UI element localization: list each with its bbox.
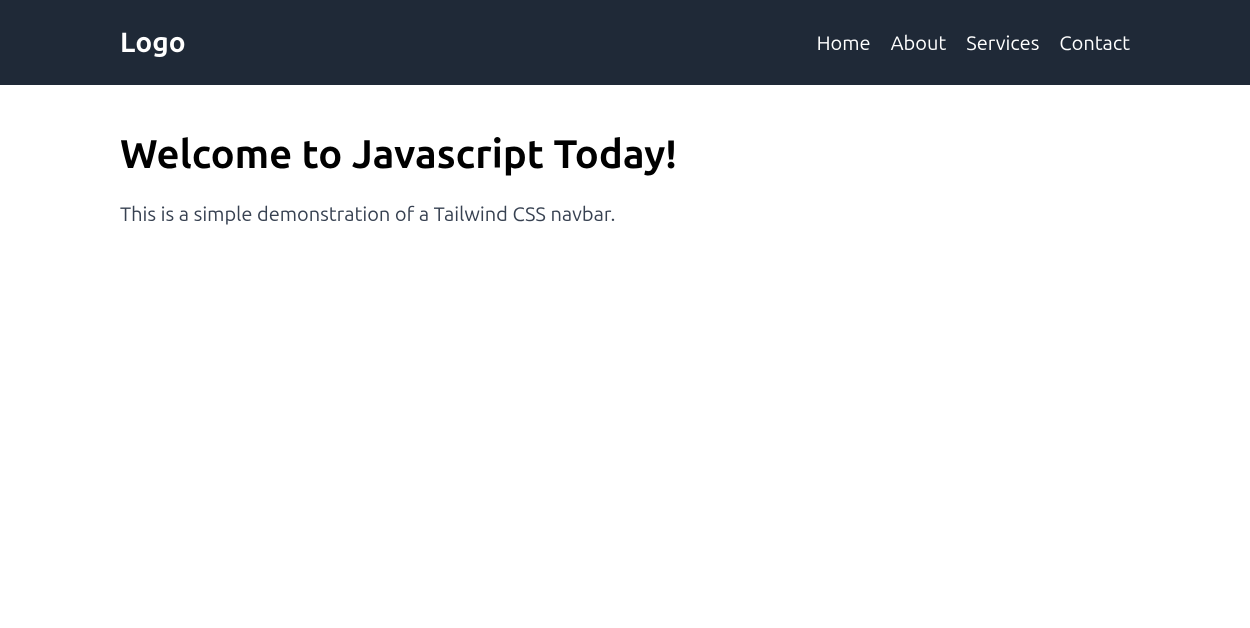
logo[interactable]: Logo	[120, 27, 186, 58]
page-paragraph: This is a simple demonstration of a Tail…	[120, 202, 1130, 225]
nav-link-home[interactable]: Home	[817, 31, 871, 54]
main-content: Welcome to Javascript Today! This is a s…	[0, 85, 1250, 271]
nav-links: Home About Services Contact	[817, 31, 1130, 54]
nav-link-contact[interactable]: Contact	[1059, 31, 1130, 54]
navbar: Logo Home About Services Contact	[0, 0, 1250, 85]
page-heading: Welcome to Javascript Today!	[120, 131, 1130, 176]
nav-link-about[interactable]: About	[891, 31, 947, 54]
nav-link-services[interactable]: Services	[966, 31, 1039, 54]
